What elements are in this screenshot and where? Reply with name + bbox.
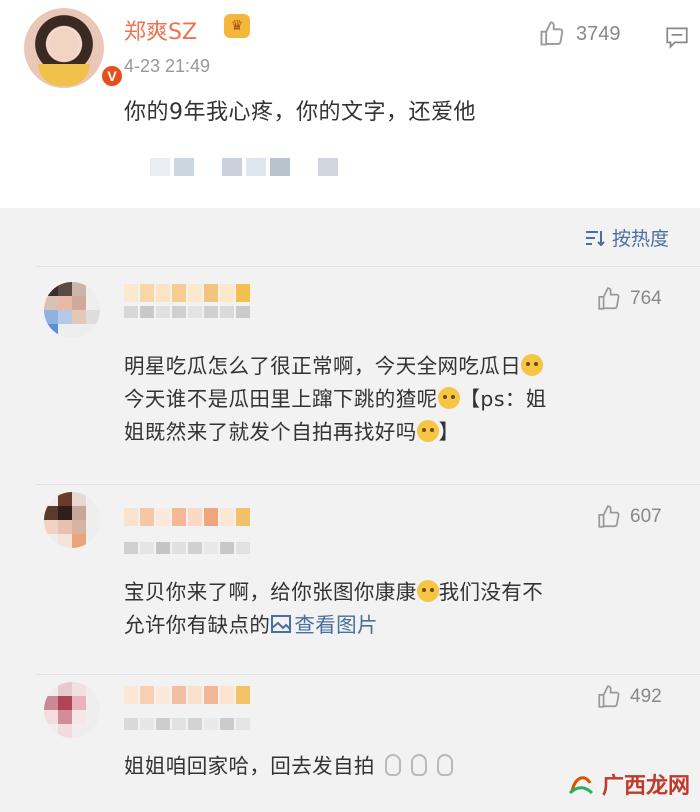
doge-emoji-icon [521,354,544,376]
pray-emoji-icon [410,754,427,776]
thumbs-up-icon [598,685,620,708]
pray-emoji-icon [436,754,453,776]
comment-text: 宝贝你来了啊，给你张图你康康 我们没有不 允许你有缺点的 查看图片 [124,576,684,642]
comment-time-blurred [124,306,250,318]
commenter-name-blurred[interactable] [124,508,250,526]
sort-hot-button[interactable]: 按热度 [584,224,669,251]
avatar-face [50,28,78,62]
thumbs-up-icon [598,505,620,528]
crown-badge-icon: ♛ [224,14,250,38]
main-post: V 郑爽SZ ♛ 4-23 21:49 3749 你的9年我心疼，你的文字，还爱… [0,0,700,208]
comment-text-part: 明星吃瓜怎么了很正常啊，今天全网吃瓜日 [124,354,522,378]
comment-text-part: 姐既然来了就发个自拍再找好吗 [124,420,417,444]
pray-emoji-icon [384,754,401,776]
post-like-count: 3749 [576,22,621,45]
commenter-name-blurred[interactable] [124,284,250,302]
watermark: 广西龙网 [566,768,690,800]
sort-label: 按热度 [612,228,670,250]
commenter-name-blurred[interactable] [124,686,250,704]
comment-text-part: 今天谁不是瓜田里上蹿下跳的猹呢 [124,387,438,411]
comment-like-button[interactable]: 607 [596,504,662,530]
comment-item: 607 宝贝你来了啊，给你张图你康康 我们没有不 允许你有缺点的 查看图片 [0,486,700,675]
comment-text-part: 】 [438,420,460,444]
smirk-emoji-icon [437,387,460,409]
commenter-avatar[interactable] [44,282,100,338]
view-image-link[interactable]: 查看图片 [294,613,378,637]
comment-time-blurred [124,718,250,730]
comment-text-part: 允许你有缺点的 [124,613,271,637]
sort-icon [586,230,605,246]
comment-icon[interactable] [664,24,690,50]
comment-like-count: 607 [630,506,662,527]
post-time: 4-23 21:49 [124,56,211,76]
comment-like-count: 492 [630,686,662,707]
author-avatar[interactable]: V [24,8,124,88]
comment-like-button[interactable]: 492 [596,684,662,710]
comment-time-blurred [124,542,250,554]
commenter-avatar[interactable] [44,492,100,548]
post-text: 你的9年我心疼，你的文字，还爱他 [124,100,476,125]
post-like-button[interactable]: 3749 [538,20,621,48]
thumbs-up-icon [598,287,620,310]
author-username[interactable]: 郑爽SZ [124,14,197,46]
comment-text-part: 姐姐咱回家哈，回去发自拍 [124,754,375,778]
avatar-shirt [38,64,90,86]
blurred-content [150,158,338,176]
divider [36,484,700,485]
comment-text-part: 【ps：姐 [459,387,547,411]
commenter-avatar[interactable] [44,682,100,738]
comment-text: 明星吃瓜怎么了很正常啊，今天全网吃瓜日 今天谁不是瓜田里上蹿下跳的猹呢 【ps：姐… [124,350,684,449]
comment-like-button[interactable]: 764 [596,286,662,312]
verified-badge-icon: V [100,64,124,88]
comment-item: 764 明星吃瓜怎么了很正常啊，今天全网吃瓜日 今天谁不是瓜田里上蹿下跳的猹呢【… [0,266,700,485]
image-icon [271,615,292,633]
watermark-text: 广西龙网 [602,774,691,799]
comment-like-count: 764 [630,288,662,309]
comment-text-part: 宝贝你来了啊，给你张图你康康 [124,580,417,604]
doge-emoji-icon [416,420,439,442]
thumbs-up-icon [540,21,564,46]
sad-emoji-icon [416,580,439,602]
watermark-logo-icon [568,776,594,795]
comment-text-part: 我们没有不 [438,580,544,604]
